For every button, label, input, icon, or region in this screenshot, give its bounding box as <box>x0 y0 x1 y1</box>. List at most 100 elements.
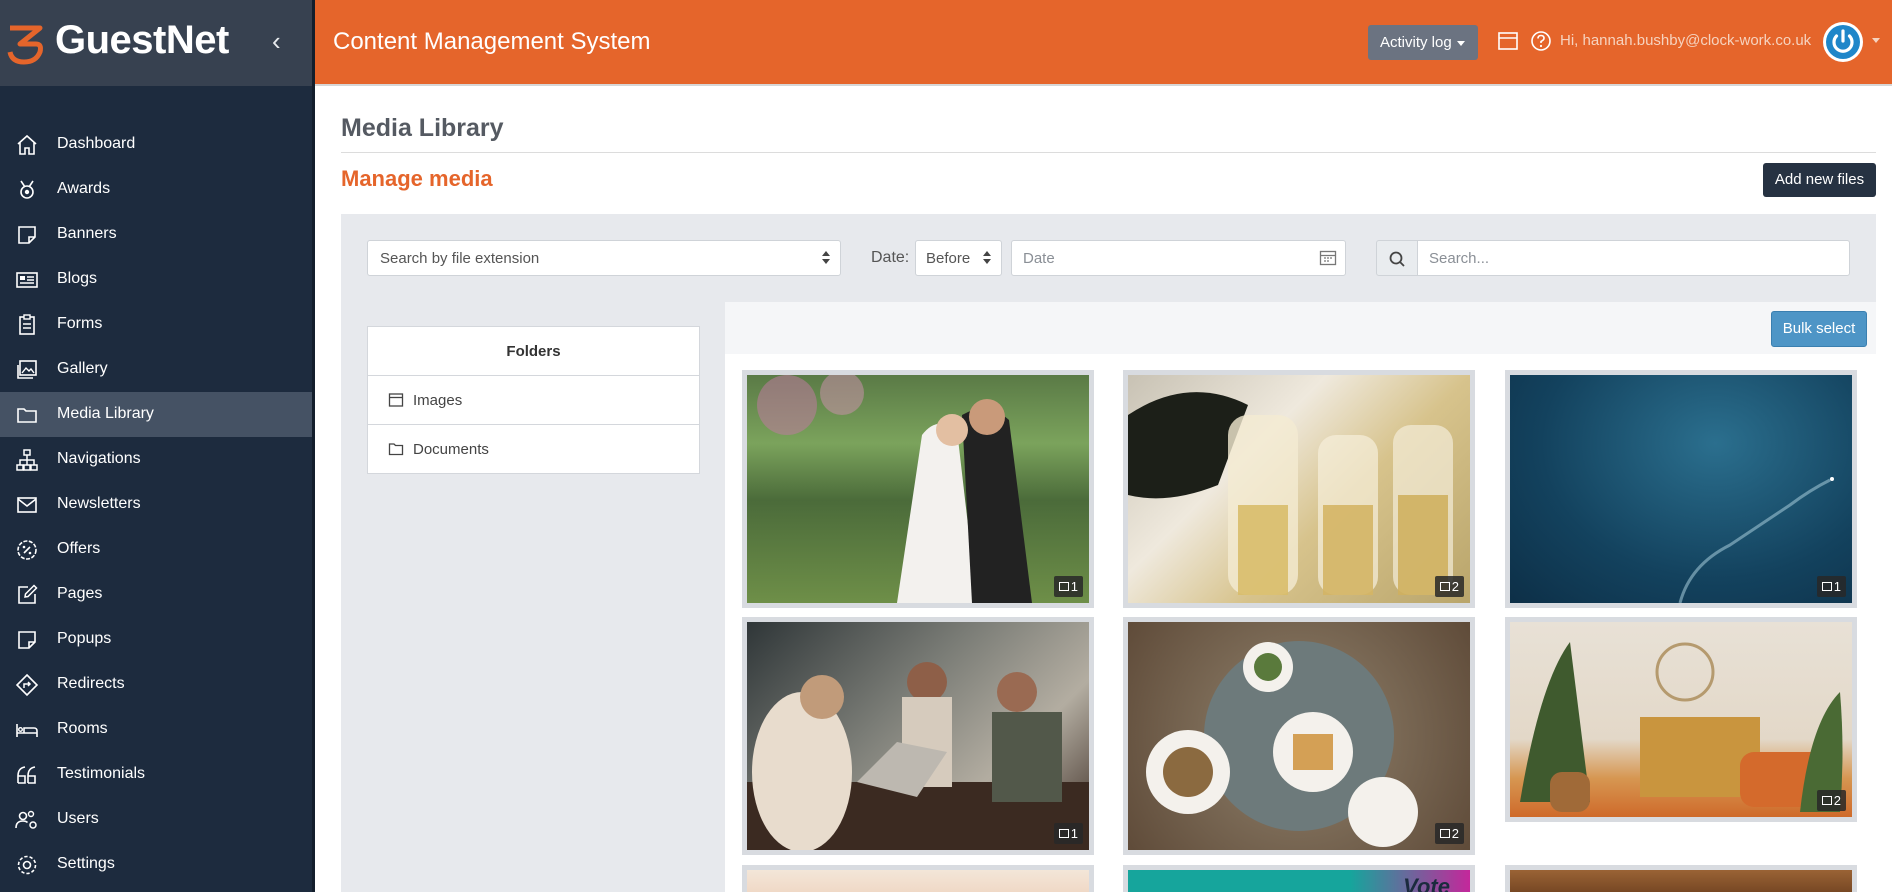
user-greeting: Hi, hannah.bushby@clock-work.co.uk <box>1560 32 1812 49</box>
sidebar-item-navigations[interactable]: Navigations <box>0 437 312 482</box>
media-tile[interactable] <box>1505 865 1857 892</box>
avatar[interactable] <box>1823 22 1863 62</box>
sidebar-item-forms[interactable]: Forms <box>0 302 312 347</box>
folder-item-documents[interactable]: Documents <box>368 425 699 474</box>
sidebar-item-pages[interactable]: Pages <box>0 572 312 617</box>
media-tile[interactable]: 2 <box>1123 370 1475 608</box>
sidebar-item-rooms[interactable]: Rooms <box>0 707 312 752</box>
page-title: Media Library <box>341 114 504 142</box>
date-mode-select[interactable]: Before <box>915 240 1002 276</box>
badge-percent-icon <box>17 540 37 560</box>
media-tile[interactable]: 1 <box>742 617 1094 855</box>
activity-log-dropdown[interactable]: Activity log <box>1368 25 1478 60</box>
grid-toolbar: Bulk select <box>725 302 1876 354</box>
sidebar-item-label: Navigations <box>57 450 141 467</box>
usage-count: 2 <box>1451 826 1459 841</box>
sidebar-item-newsletters[interactable]: Newsletters <box>0 482 312 527</box>
media-tile[interactable]: Vote <box>1123 865 1475 892</box>
media-thumbnail: 2 <box>1128 622 1470 850</box>
media-thumbnail: 1 <box>747 622 1089 850</box>
sidebar-divider <box>312 0 315 892</box>
calendar-icon[interactable] <box>1497 30 1519 52</box>
sidebar-item-gallery[interactable]: Gallery <box>0 347 312 392</box>
sidebar-item-label: Gallery <box>57 360 108 377</box>
copies-icon <box>1821 796 1832 805</box>
help-icon[interactable] <box>1530 30 1552 52</box>
folder-item-images[interactable]: Images <box>368 376 699 425</box>
media-tile[interactable]: 2 <box>1123 617 1475 855</box>
gear-icon <box>17 855 37 875</box>
power-icon <box>1826 25 1860 59</box>
guestnet-logo-icon <box>7 25 43 65</box>
sidebar-item-users[interactable]: Users <box>0 797 312 842</box>
usage-count: 1 <box>1070 579 1078 594</box>
vote-banner-text: Vote <box>1403 874 1450 892</box>
media-tile[interactable]: 1 <box>1505 370 1857 608</box>
sidebar-item-awards[interactable]: Awards <box>0 167 312 212</box>
media-thumbnail <box>1510 870 1852 892</box>
quote-icon <box>17 766 36 784</box>
living-room-photo <box>1520 642 1843 812</box>
edit-icon <box>18 584 38 604</box>
sidebar-item-media-library[interactable]: Media Library <box>0 392 312 437</box>
calendar-icon[interactable] <box>1319 249 1337 267</box>
select-arrows-icon <box>983 251 991 265</box>
search-placeholder: Search... <box>1429 250 1490 267</box>
usage-count-badge: 1 <box>1053 823 1083 844</box>
sidebar: GuestNet ‹ Dashboard Awards Banners Blog… <box>0 0 315 892</box>
usage-count: 1 <box>1833 579 1841 594</box>
media-tile[interactable] <box>742 865 1094 892</box>
copies-icon <box>1058 829 1069 838</box>
sidebar-item-blogs[interactable]: Blogs <box>0 257 312 302</box>
sidebar-item-label: Pages <box>57 585 103 602</box>
file-extension-placeholder: Search by file extension <box>380 250 540 267</box>
bulk-select-button[interactable]: Bulk select <box>1771 311 1867 347</box>
user-menu-caret-icon[interactable] <box>1872 38 1880 43</box>
collapse-sidebar-chevron-icon[interactable]: ‹ <box>272 26 292 56</box>
home-icon <box>17 134 37 155</box>
sidebar-item-testimonials[interactable]: Testimonials <box>0 752 312 797</box>
usage-count-badge: 2 <box>1434 576 1464 597</box>
section-title: Manage media <box>341 166 493 191</box>
usage-count: 1 <box>1070 826 1078 841</box>
images-icon <box>17 360 37 379</box>
users-cog-icon <box>15 810 37 829</box>
sidebar-item-banners[interactable]: Banners <box>0 212 312 257</box>
sidebar-item-redirects[interactable]: Redirects <box>0 662 312 707</box>
wedding-photo <box>757 375 1032 603</box>
bed-icon <box>16 724 38 737</box>
topbar: Content Management System Activity log H… <box>315 0 1892 86</box>
add-new-files-button[interactable]: Add new files <box>1763 163 1876 197</box>
newspaper-icon <box>16 272 38 288</box>
folder-label: Images <box>413 392 463 409</box>
sidebar-item-dashboard[interactable]: Dashboard <box>0 122 312 167</box>
directions-icon <box>15 673 39 697</box>
media-thumbnail: 2 <box>1510 622 1852 817</box>
media-tile[interactable]: 1 <box>742 370 1094 608</box>
usage-count-badge: 2 <box>1816 790 1846 811</box>
title-divider <box>341 152 1876 153</box>
sidebar-item-offers[interactable]: Offers <box>0 527 312 572</box>
search-input[interactable]: Search... <box>1417 240 1850 276</box>
brand-name: GuestNet <box>55 18 229 62</box>
brand-header: GuestNet ‹ <box>0 0 312 86</box>
folders-header: Folders <box>368 327 699 376</box>
folders-panel: Folders Images Documents <box>367 326 700 474</box>
file-extension-select[interactable]: Search by file extension <box>367 240 841 276</box>
brunch-photo <box>1146 641 1418 847</box>
folder-label: Documents <box>413 441 489 458</box>
caret-down-icon <box>1456 40 1465 46</box>
sidebar-item-popups[interactable]: Popups <box>0 617 312 662</box>
sidebar-item-label: Offers <box>57 540 101 557</box>
media-thumbnail <box>747 870 1089 892</box>
date-field[interactable]: Date <box>1011 240 1346 276</box>
sidebar-item-settings[interactable]: Settings <box>0 842 312 887</box>
sidebar-item-label: Awards <box>57 180 111 197</box>
search-button[interactable] <box>1376 240 1418 276</box>
sidebar-item-label: Settings <box>57 855 115 872</box>
sidebar-item-label: Popups <box>57 630 112 647</box>
media-thumbnail: 1 <box>747 375 1089 603</box>
media-tile[interactable]: 2 <box>1505 617 1857 822</box>
clipboard-icon <box>19 314 35 335</box>
copies-icon <box>1821 582 1832 591</box>
